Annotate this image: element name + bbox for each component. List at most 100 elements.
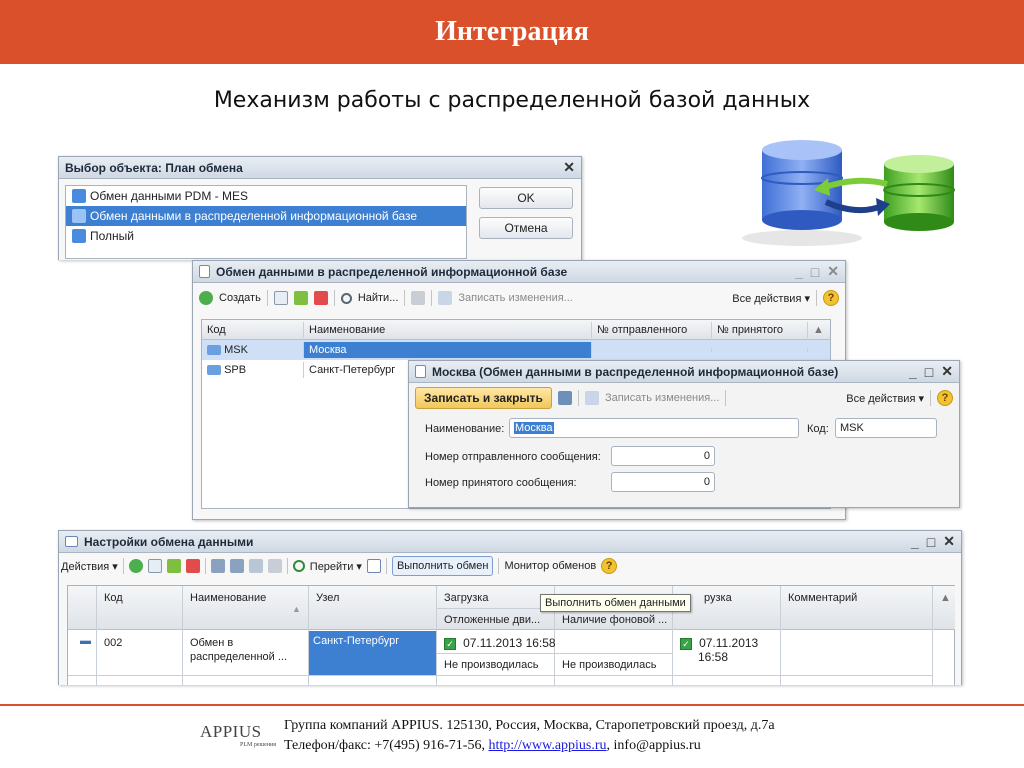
delete-icon[interactable] xyxy=(313,291,328,305)
search-clear-icon[interactable] xyxy=(411,291,426,305)
run-exchange-button[interactable]: Выполнить обмен xyxy=(391,556,494,576)
column-header-sent[interactable]: № отправленного xyxy=(592,321,712,338)
save-changes-button[interactable]: Записать изменения... xyxy=(458,292,572,304)
list-item[interactable]: Полный xyxy=(66,226,466,246)
refresh-icon[interactable] xyxy=(292,560,305,572)
column-header-code[interactable]: Код xyxy=(202,321,304,338)
minimize-icon[interactable]: _ xyxy=(909,364,917,380)
database-sync-illustration xyxy=(742,140,955,246)
separator xyxy=(122,558,124,574)
run-exchange-label: Выполнить обмен xyxy=(396,560,489,572)
delete-icon[interactable] xyxy=(185,559,200,573)
table-cell-received xyxy=(712,348,808,352)
table-header: Код Наименование № отправленного № приня… xyxy=(202,320,830,340)
filter-icon[interactable] xyxy=(210,559,225,573)
list-item[interactable]: Обмен данными PDM - MES xyxy=(66,186,466,206)
all-actions-menu[interactable]: Все действия ▾ xyxy=(846,392,924,405)
save-icon[interactable] xyxy=(557,391,572,405)
code-label: Код: xyxy=(807,423,829,435)
node-form-titlebar: Москва (Обмен данными в распределенной и… xyxy=(409,361,959,383)
create-button[interactable]: Создать xyxy=(219,292,261,304)
table-row[interactable]: ▬ 002 Обмен в распределенной ... Санкт-П… xyxy=(68,631,932,675)
close-icon[interactable]: ✕ xyxy=(563,159,575,176)
find-button[interactable]: Найти... xyxy=(358,292,399,304)
table-row-selected[interactable]: MSK Москва xyxy=(202,340,830,360)
footer-divider xyxy=(0,704,1024,706)
goto-menu[interactable]: Перейти ▾ xyxy=(310,560,362,573)
save-changes-icon xyxy=(584,391,599,405)
ok-button[interactable]: OK xyxy=(479,187,573,209)
maximize-icon[interactable]: □ xyxy=(925,364,933,380)
logo-subtext: PLM решения xyxy=(240,742,276,748)
minimize-icon[interactable]: _ xyxy=(911,534,919,550)
select-dialog-title: Выбор объекта: План обмена xyxy=(65,160,243,175)
save-changes-button[interactable]: Записать изменения... xyxy=(605,392,719,404)
clear-filter-icon[interactable] xyxy=(267,559,282,573)
settings-title: Настройки обмена данными xyxy=(84,534,254,549)
settings-titlebar: Настройки обмена данными _ □ ✕ xyxy=(59,531,961,553)
help-icon[interactable]: ? xyxy=(823,290,839,306)
all-actions-menu[interactable]: Все действия ▾ xyxy=(732,292,810,305)
edit-icon[interactable] xyxy=(293,291,308,305)
filter-menu-icon[interactable] xyxy=(248,559,263,573)
edit-icon[interactable] xyxy=(166,559,181,573)
received-message-field[interactable]: 0 xyxy=(611,472,715,492)
sent-message-field[interactable]: 0 xyxy=(611,446,715,466)
column-header-background[interactable]: Наличие фоновой ... xyxy=(558,612,671,628)
cell-divider xyxy=(436,653,672,654)
column-header-comment[interactable]: Комментарий xyxy=(784,590,861,606)
help-icon[interactable]: ? xyxy=(937,390,953,406)
table-cell-node: Санкт-Петербург xyxy=(309,631,436,675)
separator xyxy=(930,390,931,406)
column-header-name[interactable]: Наименование xyxy=(304,321,592,338)
run-exchange-tooltip: Выполнить обмен данными xyxy=(540,594,691,612)
maximize-icon[interactable]: □ xyxy=(927,534,935,550)
footer-phone: Телефон/факс: +7(495) 916-71-56, xyxy=(284,738,489,753)
column-header-code[interactable]: Код xyxy=(100,590,127,606)
copy-icon[interactable] xyxy=(147,559,162,573)
website-link[interactable]: http://www.appius.ru xyxy=(488,738,606,753)
node-form-window: Москва (Обмен данными в распределенной и… xyxy=(408,360,960,508)
maximize-icon[interactable]: □ xyxy=(811,264,819,280)
exchange-plan-icon xyxy=(72,229,86,243)
scroll-up-icon[interactable]: ▲ xyxy=(936,590,955,606)
table-cell-background: Не производилась xyxy=(562,659,657,671)
cancel-button[interactable]: Отмена xyxy=(479,217,573,239)
code-field[interactable]: MSK xyxy=(835,418,937,438)
separator xyxy=(286,558,288,574)
column-header-name[interactable]: Наименование xyxy=(186,590,270,606)
help-icon[interactable]: ? xyxy=(601,558,618,574)
create-icon[interactable] xyxy=(128,559,143,573)
actions-menu[interactable]: Действия ▾ xyxy=(61,560,118,573)
footer-phone-line: Телефон/факс: +7(495) 916-71-56, http://… xyxy=(284,736,775,756)
save-and-close-button[interactable]: Записать и закрыть xyxy=(415,387,552,409)
exchange-plan-list: Обмен данными PDM - MES Обмен данными в … xyxy=(65,185,467,259)
title-banner: Интеграция xyxy=(0,0,1024,64)
node-icon xyxy=(207,345,221,356)
list-item-label: Полный xyxy=(90,229,134,243)
list-item-selected[interactable]: Обмен данными в распределенной информаци… xyxy=(66,206,466,226)
copy-icon[interactable] xyxy=(273,291,288,305)
column-header-unload[interactable]: рузка xyxy=(700,590,736,606)
table-settings-icon[interactable] xyxy=(366,559,381,573)
column-header-received[interactable]: № принятого xyxy=(712,321,808,338)
close-icon[interactable]: ✕ xyxy=(943,533,955,550)
column-header-load[interactable]: Загрузка xyxy=(440,590,492,606)
load-status: ✓ 07.11.2013 16:58 xyxy=(440,634,560,652)
filter-list-icon[interactable] xyxy=(229,559,244,573)
close-icon[interactable]: ✕ xyxy=(941,363,953,380)
column-header-deferred[interactable]: Отложенные дви... xyxy=(440,612,544,628)
name-field[interactable]: Москва xyxy=(509,418,799,438)
node-icon xyxy=(207,365,221,376)
scroll-up-icon[interactable]: ▲ xyxy=(808,322,830,338)
separator xyxy=(725,390,727,406)
column-header-node[interactable]: Узел xyxy=(312,590,343,606)
table-cell-sent xyxy=(592,348,712,352)
table-icon xyxy=(65,536,78,547)
minimize-icon[interactable]: _ xyxy=(795,264,803,280)
select-object-dialog: Выбор объекта: План обмена ✕ Обмен данны… xyxy=(58,156,582,260)
exchange-plan-icon xyxy=(72,209,86,223)
close-icon[interactable]: ✕ xyxy=(827,263,839,280)
exchange-monitor-button[interactable]: Монитор обменов xyxy=(504,560,596,572)
footer-address: Группа компаний APPIUS. 125130, Россия, … xyxy=(284,718,775,733)
